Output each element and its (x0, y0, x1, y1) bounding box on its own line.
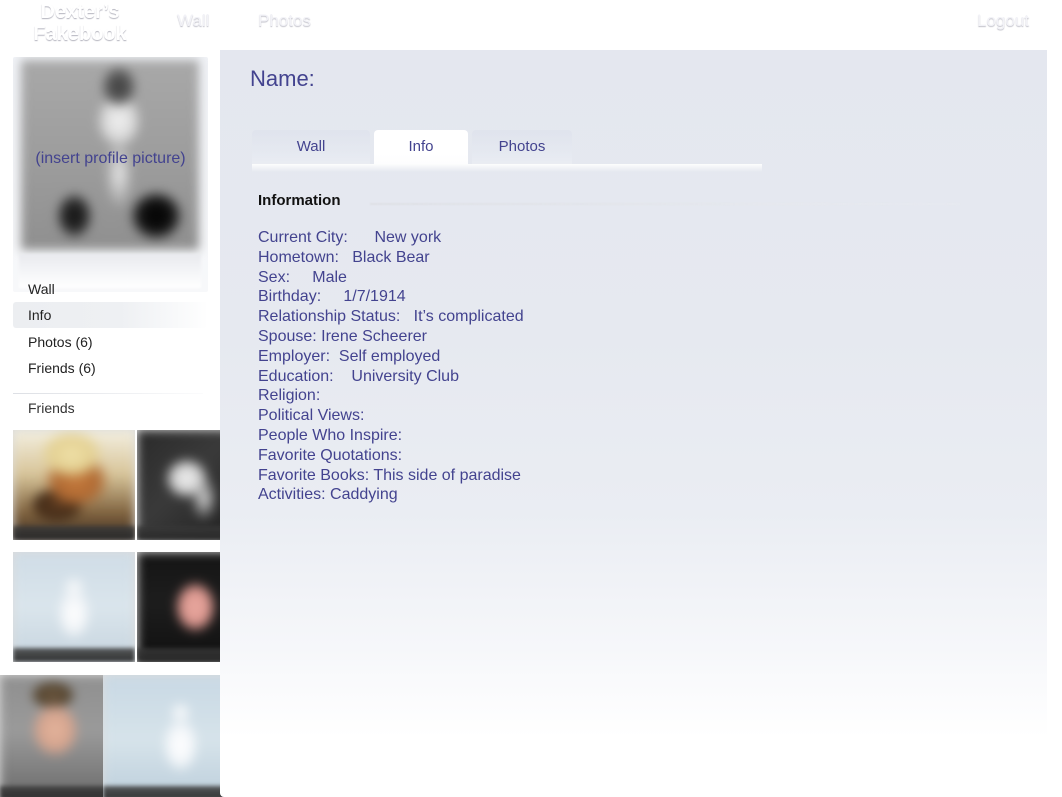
info-row-relationship-status: Relationship Status: It’s complicated (258, 308, 524, 326)
site-brand-line2: Fakebook (33, 23, 127, 45)
sidebar-item-friends[interactable]: Friends (6) (13, 355, 208, 381)
sidebar: (insert profile picture) Wall Info Photo… (0, 50, 258, 797)
friend-photo-1-image (13, 430, 135, 540)
friend-photo-5[interactable] (0, 675, 115, 797)
info-row-hometown: Hometown: Black Bear (258, 248, 430, 266)
profile-tabs: Wall Info Photos (240, 130, 1030, 172)
tab-strip-base (252, 164, 762, 172)
friend-photo-1[interactable] (13, 430, 135, 540)
tab-photos[interactable]: Photos (472, 130, 572, 164)
friend-photo-3-caption (13, 648, 135, 662)
site-brand-line1: Dexter’s (40, 1, 120, 23)
sidebar-item-info[interactable]: Info (13, 302, 208, 328)
header-nav-photos[interactable]: Photos (258, 11, 311, 31)
logout-link[interactable]: Logout (977, 11, 1029, 31)
information-heading-rule (370, 203, 960, 205)
info-row-current-city: Current City: New york (258, 229, 442, 246)
friend-photo-5-caption (0, 786, 115, 797)
information-heading: Information (258, 192, 341, 209)
friend-photo-1-caption (13, 526, 135, 540)
info-row-birthday: Birthday: 1/7/1914 (258, 288, 406, 306)
header-gloss (0, 30, 1047, 52)
info-row-education: Education: University Club (258, 367, 459, 385)
sidebar-item-wall[interactable]: Wall (13, 276, 208, 302)
friends-section-heading: Friends (28, 400, 75, 416)
site-header: Dexter’s Fakebook Wall Photos Logout (0, 0, 1047, 52)
page-title: Name: (250, 66, 315, 91)
info-row-sex: Sex: Male (258, 268, 347, 286)
tab-wall[interactable]: Wall (252, 130, 370, 164)
info-row-employer: Employer: Self employed (258, 347, 441, 365)
friend-photo-3-image (13, 552, 135, 662)
friend-photo-3[interactable] (13, 552, 135, 662)
info-row-political-views: Political Views: (258, 407, 365, 425)
header-nav-wall[interactable]: Wall (177, 11, 209, 31)
tab-info[interactable]: Info (374, 130, 468, 164)
site-brand[interactable]: Dexter’s Fakebook (20, 0, 140, 45)
sidebar-item-photos[interactable]: Photos (6) (13, 329, 208, 355)
info-row-activities: Activities: Caddying (258, 486, 398, 504)
sidebar-divider (13, 393, 203, 394)
info-row-spouse: Spouse: Irene Scheerer (258, 327, 427, 345)
information-list: Current City: New york Hometown: Black B… (258, 228, 958, 505)
info-row-people-who-inspire: People Who Inspire: (258, 426, 403, 444)
main-content-panel: Name: Wall Info Photos Information Curre… (220, 50, 1047, 797)
profile-picture[interactable]: (insert profile picture) (13, 57, 208, 292)
page-root: Dexter’s Fakebook Wall Photos Logout (in… (0, 0, 1062, 797)
info-row-favorite-quotations: Favorite Quotations: (258, 446, 403, 464)
friend-photo-5-image (0, 675, 115, 797)
info-row-religion: Religion: (258, 387, 321, 405)
profile-picture-placeholder-label: (insert profile picture) (35, 150, 186, 167)
info-row-favorite-books: Favorite Books: This side of paradise (258, 466, 521, 484)
